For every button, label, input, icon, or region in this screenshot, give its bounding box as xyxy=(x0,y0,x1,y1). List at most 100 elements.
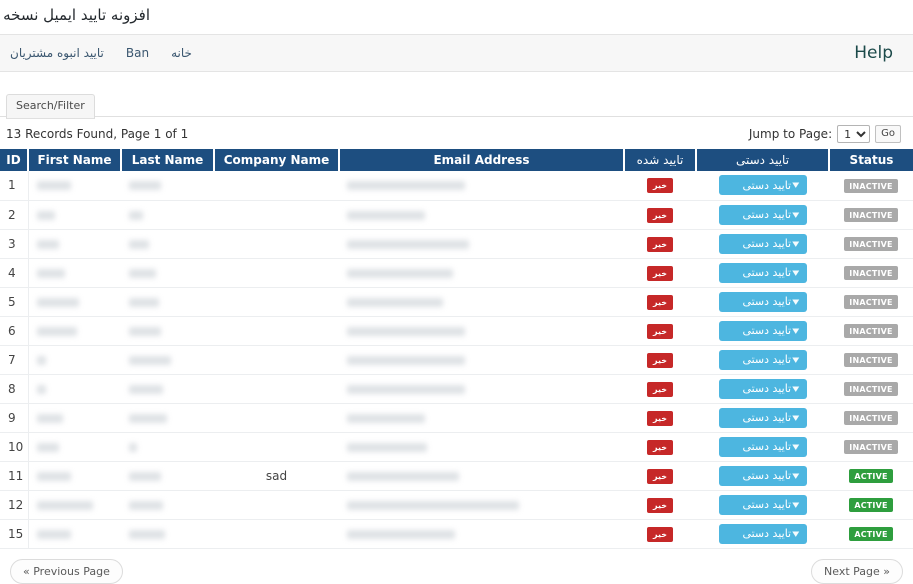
tab-search-filter[interactable]: Search/Filter xyxy=(6,94,95,119)
cell-manual-approval: ▼ تایید دستی xyxy=(696,200,829,230)
cell-verified: خیر xyxy=(624,519,696,549)
manual-approval-select[interactable]: ▼ تایید دستی xyxy=(718,523,807,544)
cell-verified: خیر xyxy=(624,461,696,491)
redacted-value xyxy=(347,326,465,336)
cell-verified: خیر xyxy=(624,403,696,433)
cell-verified: خیر xyxy=(624,200,696,230)
manual-approval-label: تایید دستی xyxy=(742,324,792,337)
cell-manual-approval: ▼ تایید دستی xyxy=(696,374,829,404)
chevron-down-icon: ▼ xyxy=(792,297,800,306)
nav-item-bulk-customer-approval[interactable]: تایید انبوه مشتریان xyxy=(10,46,104,60)
cell-last-name xyxy=(121,374,214,404)
cell-id: 8 xyxy=(0,374,29,404)
manual-approval-select[interactable]: ▼ تایید دستی xyxy=(718,320,807,341)
cell-id: 10 xyxy=(0,432,29,462)
cell-verified: خیر xyxy=(624,258,696,288)
cell-email-address xyxy=(339,490,624,520)
manual-approval-select[interactable]: ▼ تایید دستی xyxy=(718,175,807,196)
status-badge: ACTIVE xyxy=(849,527,893,541)
cell-last-name xyxy=(121,345,214,375)
cell-manual-approval: ▼ تایید دستی xyxy=(696,461,829,491)
manual-approval-label: تایید دستی xyxy=(742,208,792,221)
manual-approval-select[interactable]: ▼ تایید دستی xyxy=(718,349,807,370)
redacted-value xyxy=(36,413,63,423)
redacted-value xyxy=(129,210,143,220)
chevron-down-icon: ▼ xyxy=(792,442,800,451)
manual-approval-label: تایید دستی xyxy=(742,469,792,482)
cell-verified: خیر xyxy=(624,432,696,462)
cell-first-name xyxy=(28,490,121,520)
redacted-value xyxy=(129,297,159,307)
table-row: 3 خیر ▼ تایید دستی INACTIVE xyxy=(0,229,913,259)
nav-item-ban[interactable]: Ban xyxy=(126,46,149,60)
cell-company-name xyxy=(214,200,339,230)
manual-approval-select[interactable]: ▼ تایید دستی xyxy=(718,291,807,312)
cell-last-name xyxy=(121,287,214,317)
cell-first-name xyxy=(28,229,121,259)
manual-approval-select[interactable]: ▼ تایید دستی xyxy=(718,262,807,283)
jump-to-page-select[interactable]: 1 xyxy=(837,125,871,143)
manual-approval-select[interactable]: ▼ تایید دستی xyxy=(718,204,807,225)
redacted-value xyxy=(347,210,425,220)
jump-to-page-label: Jump to Page: xyxy=(748,127,833,141)
column-header-status[interactable]: Status xyxy=(829,149,913,171)
column-header-manual[interactable]: تایید دستی xyxy=(696,149,830,171)
chevron-down-icon: ▼ xyxy=(792,239,800,248)
next-page-button[interactable]: Next Page » xyxy=(811,558,903,584)
cell-company-name xyxy=(214,519,339,549)
nav-item-home[interactable]: خانه xyxy=(171,46,192,60)
cell-email-address xyxy=(339,432,624,462)
cell-first-name xyxy=(28,403,121,433)
cell-id: 5 xyxy=(0,287,29,317)
cell-status: INACTIVE xyxy=(829,171,913,201)
table-row: 15 خیر ▼ تایید دستی ACTIVE xyxy=(0,519,913,549)
cell-status: ACTIVE xyxy=(829,461,913,491)
table-body: 1 خیر ▼ تایید دستی INACTIVE 2 خیر ▼ تایید دستی IN… xyxy=(0,171,913,549)
cell-status: INACTIVE xyxy=(829,229,913,259)
column-header-email[interactable]: Email Address xyxy=(339,149,625,171)
column-header-id[interactable]: ID xyxy=(0,149,29,171)
manual-approval-select[interactable]: ▼ تایید دستی xyxy=(718,436,807,457)
cell-last-name xyxy=(121,403,214,433)
redacted-value xyxy=(129,500,163,510)
chevron-down-icon: ▼ xyxy=(792,471,800,480)
cell-email-address xyxy=(339,171,624,201)
redacted-value xyxy=(347,442,427,452)
status-badge: INACTIVE xyxy=(844,382,898,396)
cell-last-name xyxy=(121,432,214,462)
help-link[interactable]: Help xyxy=(854,43,899,63)
redacted-value xyxy=(347,471,459,481)
manual-approval-label: تایید دستی xyxy=(742,295,792,308)
table-row: 11 sad خیر ▼ تایید دستی ACTIVE xyxy=(0,461,913,491)
manual-approval-select[interactable]: ▼ تایید دستی xyxy=(718,407,807,428)
cell-id: 3 xyxy=(0,229,29,259)
redacted-value xyxy=(347,500,519,510)
chevron-down-icon: ▼ xyxy=(792,413,800,422)
manual-approval-select[interactable]: ▼ تایید دستی xyxy=(718,494,807,515)
column-header-company[interactable]: Company Name xyxy=(214,149,340,171)
previous-page-button[interactable]: « Previous Page xyxy=(10,558,123,584)
cell-id: 1 xyxy=(0,171,29,201)
go-button[interactable]: Go xyxy=(875,125,901,143)
manual-approval-select[interactable]: ▼ تایید دستی xyxy=(718,465,807,486)
table-row: 12 خیر ▼ تایید دستی ACTIVE xyxy=(0,490,913,520)
manual-approval-label: تایید دستی xyxy=(742,527,792,540)
manual-approval-select[interactable]: ▼ تایید دستی xyxy=(718,378,807,399)
cell-company-name: sad xyxy=(214,461,339,491)
column-header-last_name[interactable]: Last Name xyxy=(121,149,215,171)
column-header-verified[interactable]: تایید شده xyxy=(624,149,697,171)
cell-verified: خیر xyxy=(624,316,696,346)
column-header-first_name[interactable]: First Name xyxy=(28,149,122,171)
manual-approval-label: تایید دستی xyxy=(742,498,792,511)
redacted-value xyxy=(36,210,55,220)
cell-first-name xyxy=(28,374,121,404)
status-badge: INACTIVE xyxy=(844,237,898,251)
cell-verified: خیر xyxy=(624,171,696,201)
cell-status: INACTIVE xyxy=(829,287,913,317)
manual-approval-select[interactable]: ▼ تایید دستی xyxy=(718,233,807,254)
status-badge: INACTIVE xyxy=(844,208,898,222)
manual-approval-label: تایید دستی xyxy=(742,237,792,250)
verified-badge: خیر xyxy=(646,265,673,281)
cell-company-name xyxy=(214,374,339,404)
cell-manual-approval: ▼ تایید دستی xyxy=(696,229,829,259)
